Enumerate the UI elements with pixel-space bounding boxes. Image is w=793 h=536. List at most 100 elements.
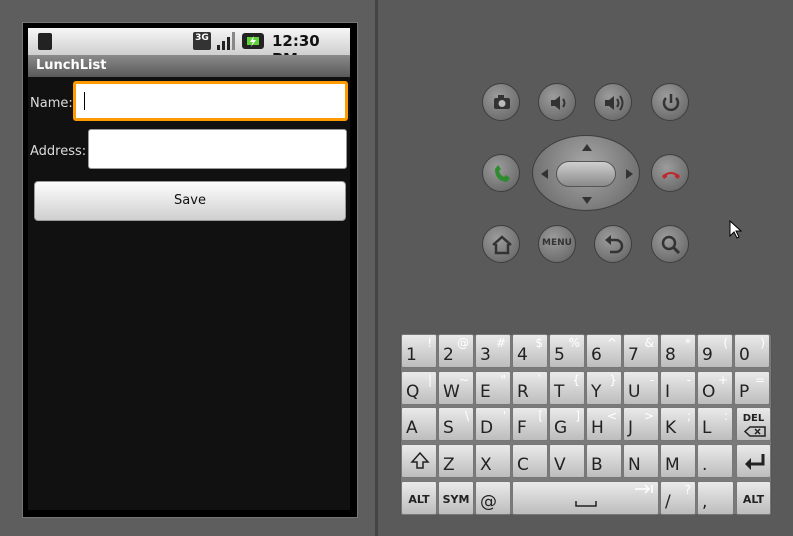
alt-left-key[interactable]: ALT: [401, 481, 437, 515]
key[interactable]: B: [586, 444, 622, 478]
tab-icon: [635, 484, 653, 494]
key[interactable]: O +: [697, 371, 733, 405]
address-input[interactable]: [88, 129, 347, 169]
key[interactable]: 3 #: [475, 334, 511, 368]
slash-label: /: [665, 492, 671, 512]
key-main-label: J: [628, 418, 634, 438]
search-button[interactable]: [651, 225, 689, 263]
slash-key[interactable]: / ?: [660, 481, 696, 515]
key[interactable]: 6 ^: [586, 334, 622, 368]
camera-icon: [494, 95, 510, 109]
key[interactable]: T{: [549, 371, 585, 405]
key[interactable]: N: [623, 444, 659, 478]
key-alt-label: $: [535, 336, 543, 350]
key-alt-label: ;: [686, 409, 691, 423]
sym-label: SYM: [442, 493, 470, 506]
call-button[interactable]: [482, 154, 520, 192]
delete-key[interactable]: DEL: [736, 407, 771, 441]
key[interactable]: F[: [512, 407, 548, 441]
key-main-label: W: [443, 382, 460, 402]
key-alt-label: &: [644, 336, 654, 350]
signal-strength-icon: [216, 31, 236, 51]
enter-icon: [745, 454, 765, 470]
key[interactable]: 7 &: [623, 334, 659, 368]
key-main-label: S: [443, 418, 454, 438]
key[interactable]: D ': [475, 407, 511, 441]
key[interactable]: 0): [734, 334, 770, 368]
key[interactable]: H <: [586, 407, 622, 441]
key-main-label: N: [628, 455, 641, 475]
battery-icon: [242, 33, 264, 49]
key-main-label: 3: [480, 345, 491, 365]
key[interactable]: Q |: [401, 371, 437, 405]
app-title: LunchList: [36, 58, 107, 73]
comma-key[interactable]: ,: [697, 481, 734, 515]
key[interactable]: E ": [475, 371, 511, 405]
key-main-label: L: [702, 418, 712, 438]
space-key[interactable]: [512, 481, 659, 515]
power-button[interactable]: [651, 83, 689, 121]
key[interactable]: L:: [697, 407, 733, 441]
key-main-label: E: [480, 382, 491, 402]
key[interactable]: S \: [438, 407, 474, 441]
key-main-label: 9: [702, 345, 713, 365]
name-input[interactable]: [73, 81, 348, 121]
key[interactable]: U-: [623, 371, 659, 405]
key[interactable]: M: [660, 444, 696, 478]
camera-button[interactable]: [482, 83, 520, 121]
device-panel: 3G 12:30 PM LunchList Name:: [0, 0, 375, 536]
dpad-center-button[interactable]: [556, 161, 616, 187]
home-button[interactable]: [482, 225, 520, 263]
app-title-bar: LunchList: [28, 55, 350, 77]
volume-up-icon: [605, 95, 624, 111]
key[interactable]: K;: [660, 407, 696, 441]
end-call-icon: [662, 172, 680, 179]
key-alt-label: *: [685, 336, 691, 350]
key[interactable]: 5%: [549, 334, 585, 368]
key-main-label: F: [517, 418, 527, 438]
volume-down-button[interactable]: [538, 83, 576, 121]
key[interactable]: P =: [734, 371, 770, 405]
key[interactable]: 4 $: [512, 334, 548, 368]
key-alt-label: ": [500, 373, 506, 387]
save-button[interactable]: Save: [34, 181, 346, 221]
delete-key-label: DEL: [742, 413, 765, 424]
back-button[interactable]: [594, 225, 632, 263]
key[interactable]: 1!: [401, 334, 437, 368]
key-main-label: G: [554, 418, 568, 438]
end-call-button[interactable]: [651, 154, 689, 192]
key[interactable]: C: [512, 444, 548, 478]
at-key[interactable]: @: [475, 481, 511, 515]
key[interactable]: Y}: [586, 371, 622, 405]
key[interactable]: R `: [512, 371, 548, 405]
key-alt-label: }: [609, 373, 617, 387]
key-alt-label: `: [537, 373, 543, 387]
key[interactable]: W ~: [438, 371, 474, 405]
shift-key[interactable]: [401, 444, 437, 478]
key-alt-label: =: [754, 373, 765, 387]
key[interactable]: X: [475, 444, 511, 478]
key[interactable]: A: [401, 407, 437, 441]
sym-key[interactable]: SYM: [438, 481, 474, 515]
key[interactable]: G]: [549, 407, 585, 441]
key-main-label: P: [739, 382, 750, 402]
key-alt-label: ': [502, 409, 506, 423]
key[interactable]: I-: [660, 371, 696, 405]
at-label: @: [480, 492, 497, 512]
menu-button[interactable]: MENU: [538, 225, 576, 263]
comma-label: ,: [702, 492, 708, 512]
enter-key[interactable]: [736, 444, 771, 478]
key-main-label: C: [517, 455, 529, 475]
status-bar: 3G 12:30 PM: [28, 28, 350, 68]
home-icon: [492, 235, 512, 255]
key-main-label: V: [554, 455, 566, 475]
key[interactable]: 9(: [697, 334, 733, 368]
alt-right-key[interactable]: ALT: [736, 481, 771, 515]
key[interactable]: V: [549, 444, 585, 478]
key[interactable]: 8 *: [660, 334, 696, 368]
key[interactable]: Z: [438, 444, 474, 478]
key[interactable]: .: [697, 444, 733, 478]
key[interactable]: 2 @: [438, 334, 474, 368]
volume-up-button[interactable]: [594, 83, 632, 121]
key[interactable]: J >: [623, 407, 659, 441]
